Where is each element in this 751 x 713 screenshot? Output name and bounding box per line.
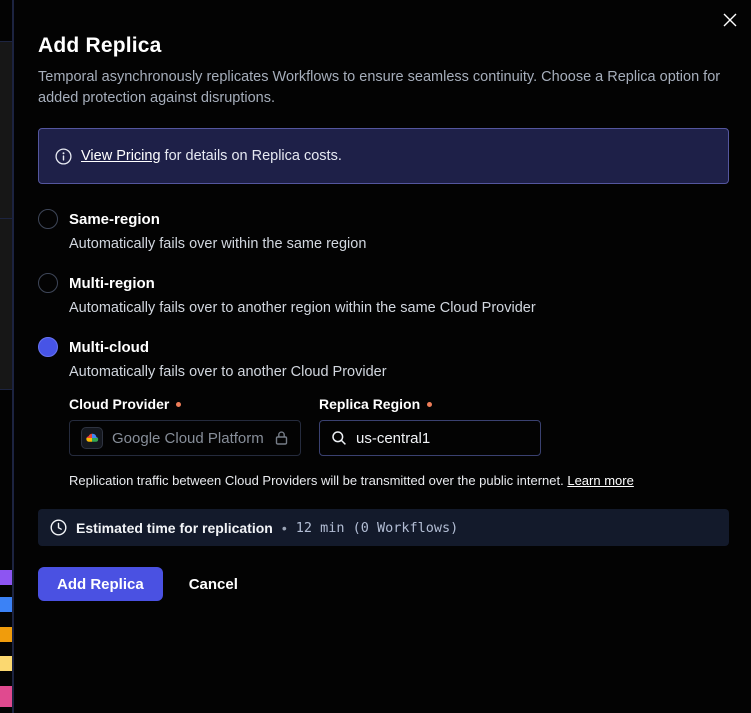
background-color-bar [0, 570, 12, 585]
multi-cloud-fields: Cloud Provider Replica Region [69, 396, 729, 488]
clock-icon [50, 519, 67, 536]
estimate-separator: • [282, 520, 287, 536]
add-replica-modal: Add Replica Temporal asynchronously repl… [14, 0, 751, 713]
background-row [0, 42, 12, 218]
estimate-value: 12 min (0 Workflows) [296, 520, 459, 536]
cloud-provider-select[interactable]: Google Cloud Platform [69, 420, 301, 456]
radio-button-icon[interactable] [38, 337, 58, 357]
radio-button-icon[interactable] [38, 273, 58, 293]
replica-option-group: Same-region Automatically fails over wit… [38, 209, 729, 488]
gcp-logo-icon [81, 427, 103, 449]
cloud-provider-value: Google Cloud Platform [112, 430, 265, 447]
public-internet-note: Replication traffic between Cloud Provid… [69, 473, 729, 488]
estimate-label: Estimated time for replication [76, 520, 273, 536]
option-multi-region: Multi-region Automatically fails over to… [38, 273, 729, 316]
option-description: Automatically fails over to another regi… [69, 300, 729, 316]
learn-more-link[interactable]: Learn more [567, 473, 633, 488]
replica-region-value: us-central1 [356, 430, 430, 447]
option-label: Multi-cloud [69, 339, 149, 356]
add-replica-button[interactable]: Add Replica [38, 567, 163, 601]
radio-multi-region[interactable]: Multi-region [38, 273, 729, 293]
required-dot [176, 402, 181, 407]
required-dot [427, 402, 432, 407]
option-multi-cloud: Multi-cloud Automatically fails over to … [38, 337, 729, 488]
lock-icon [274, 430, 289, 446]
background-color-bar [0, 686, 12, 707]
background-color-bar [0, 627, 12, 642]
background-color-bar [0, 597, 12, 612]
option-label: Multi-region [69, 275, 155, 292]
info-icon [55, 148, 72, 165]
radio-multi-cloud[interactable]: Multi-cloud [38, 337, 729, 357]
option-label: Same-region [69, 211, 160, 228]
estimated-time-banner: Estimated time for replication • 12 min … [38, 509, 729, 546]
option-same-region: Same-region Automatically fails over wit… [38, 209, 729, 252]
radio-button-icon[interactable] [38, 209, 58, 229]
pricing-banner-text: View Pricing for details on Replica cost… [81, 148, 342, 164]
option-description: Automatically fails over within the same… [69, 236, 729, 252]
replica-region-input[interactable]: us-central1 [319, 420, 541, 456]
replica-region-label: Replica Region [319, 396, 541, 412]
page-title: Add Replica [38, 34, 729, 58]
view-pricing-link[interactable]: View Pricing [81, 148, 161, 164]
modal-description: Temporal asynchronously replicates Workf… [38, 67, 729, 109]
close-icon[interactable] [720, 10, 740, 30]
pricing-info-banner: View Pricing for details on Replica cost… [38, 128, 729, 184]
background-color-bar [0, 656, 12, 671]
radio-same-region[interactable]: Same-region [38, 209, 729, 229]
search-icon [331, 430, 347, 446]
modal-actions: Add Replica Cancel [38, 567, 729, 601]
pricing-banner-rest: for details on Replica costs. [161, 148, 342, 164]
cloud-provider-label: Cloud Provider [69, 396, 301, 412]
background-page-sliver [0, 0, 13, 713]
option-description: Automatically fails over to another Clou… [69, 364, 729, 380]
screen: Add Replica Temporal asynchronously repl… [0, 0, 751, 713]
background-row [0, 219, 12, 389]
cancel-button[interactable]: Cancel [189, 576, 238, 593]
